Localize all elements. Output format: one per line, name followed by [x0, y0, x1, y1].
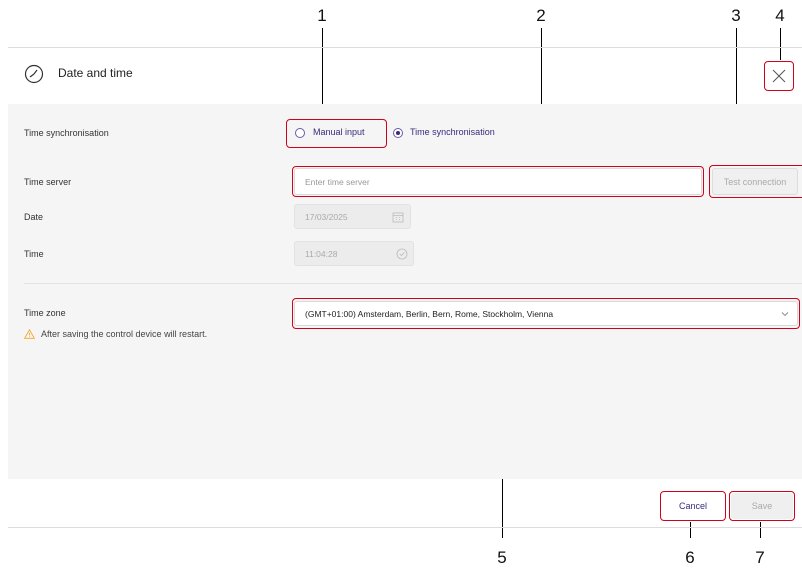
callout-5: 5	[497, 548, 507, 567]
radio-time-sync[interactable]	[393, 128, 403, 138]
dialog-title: Date and time	[58, 66, 133, 80]
radio-time-sync-label[interactable]: Time synchronisation	[410, 127, 495, 137]
callout-line-4	[780, 28, 781, 60]
server-label: Time server	[24, 177, 72, 187]
time-label: Time	[24, 249, 44, 259]
footer-divider	[8, 527, 802, 528]
callout-line-7	[760, 522, 761, 538]
sync-label: Time synchronisation	[24, 128, 109, 138]
timezone-label: Time zone	[24, 308, 66, 318]
warning-icon	[24, 329, 35, 339]
callout-line-6	[690, 522, 691, 538]
date-input[interactable]: 17/03/2025	[294, 204, 411, 229]
callout-2: 2	[536, 6, 546, 25]
time-value: 11:04:28	[305, 249, 338, 259]
clock-icon	[396, 248, 408, 260]
calendar-icon	[392, 212, 404, 223]
highlight-save	[729, 491, 795, 521]
clock-icon	[24, 64, 44, 84]
form-panel	[8, 104, 802, 479]
date-value: 17/03/2025	[305, 212, 348, 222]
highlight-timezone	[292, 298, 800, 329]
date-label: Date	[24, 212, 44, 222]
highlight-cancel	[660, 491, 726, 521]
highlight-close	[764, 61, 794, 91]
header-top-divider	[8, 47, 802, 48]
callout-6: 6	[685, 548, 695, 567]
section-divider	[24, 283, 802, 284]
callout-3: 3	[731, 6, 741, 25]
timezone-warning: After saving the control device will res…	[41, 329, 208, 339]
callout-4: 4	[775, 6, 785, 25]
highlight-test-connection	[709, 165, 802, 198]
highlight-time-server	[292, 166, 704, 197]
time-input[interactable]: 11:04:28	[294, 241, 414, 266]
callout-1: 1	[317, 6, 327, 25]
highlight-manual-input	[286, 119, 387, 148]
callout-7: 7	[755, 548, 765, 567]
